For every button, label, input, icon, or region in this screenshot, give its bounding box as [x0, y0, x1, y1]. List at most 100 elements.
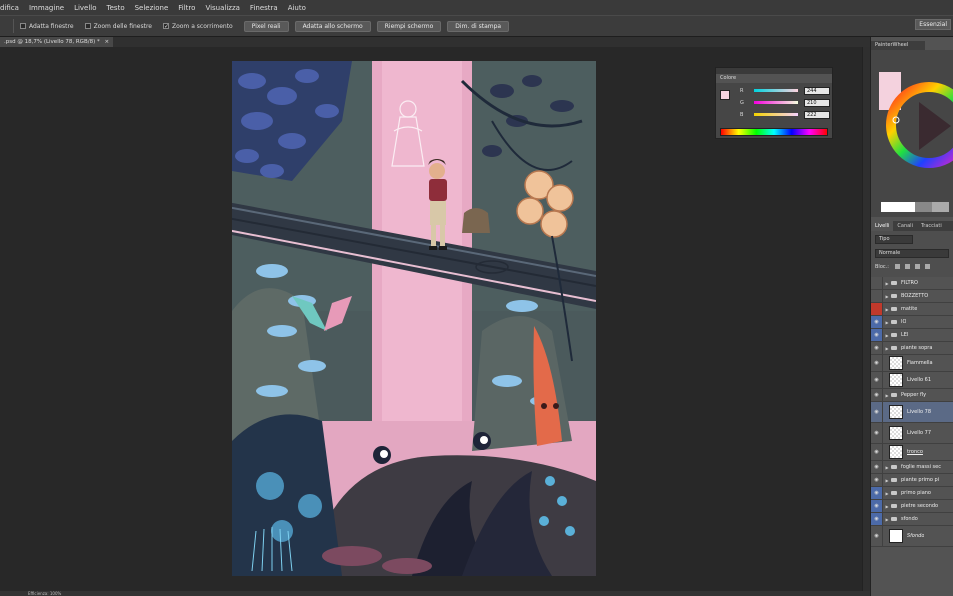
- vertical-scrollbar[interactable]: [862, 47, 870, 591]
- channel-b-value[interactable]: 222: [804, 111, 830, 119]
- layer-row[interactable]: ◉ ▶ piante sopra: [871, 342, 953, 355]
- tab-tracciati[interactable]: Tracciati: [917, 221, 946, 231]
- expand-triangle-icon[interactable]: ▶: [883, 333, 891, 338]
- expand-triangle-icon[interactable]: ▶: [883, 346, 891, 351]
- layer-row[interactable]: ◉ ▶ primo piano: [871, 487, 953, 500]
- check-zoom-scorrimento[interactable]: ✓ Zoom a scorrimento: [162, 23, 233, 30]
- visibility-eye-icon[interactable]: ◉: [871, 329, 883, 341]
- menu-item[interactable]: Aiuto: [288, 4, 306, 12]
- expand-triangle-icon[interactable]: ▶: [883, 478, 891, 483]
- checkmark-icon[interactable]: ✓: [162, 23, 169, 30]
- layer-row[interactable]: ◉ Fiammella: [871, 355, 953, 372]
- layer-row[interactable]: ◉ ▶ IO: [871, 316, 953, 329]
- pixel-reali-button[interactable]: Pixel reali: [243, 20, 289, 32]
- menu-item[interactable]: Finestra: [250, 4, 278, 12]
- checkbox-icon[interactable]: [84, 23, 91, 29]
- riempi-schermo-button[interactable]: Riempi schermo: [376, 20, 442, 32]
- layer-name: piante sopra: [901, 345, 933, 351]
- visibility-eye-icon[interactable]: ◉: [871, 402, 883, 422]
- expand-triangle-icon[interactable]: ▶: [883, 307, 891, 312]
- menu-item[interactable]: Visualizza: [205, 4, 239, 12]
- visibility-eye-icon[interactable]: ◉: [871, 444, 883, 460]
- color-history-strip[interactable]: [881, 202, 949, 212]
- visibility-eye-icon[interactable]: ◉: [871, 461, 883, 473]
- layer-row[interactable]: ▶ matite: [871, 303, 953, 316]
- menu-item[interactable]: Immagine: [29, 4, 64, 12]
- menu-item[interactable]: Testo: [107, 4, 125, 12]
- layer-row[interactable]: ▶ BOZZETTO: [871, 290, 953, 303]
- expand-triangle-icon[interactable]: ▶: [883, 517, 891, 522]
- layer-row[interactable]: ◉ Livello 78: [871, 402, 953, 423]
- channel-r-value[interactable]: 244: [804, 87, 830, 95]
- color-wheel[interactable]: [871, 70, 953, 200]
- visibility-eye-icon[interactable]: ◉: [871, 500, 883, 512]
- visibility-eye-icon[interactable]: ◉: [871, 355, 883, 371]
- tool-preset-icon[interactable]: [4, 19, 14, 33]
- visibility-eye-icon[interactable]: [871, 277, 883, 289]
- layer-thumbnail: [889, 426, 903, 440]
- layer-row[interactable]: ▶ FILTRO: [871, 277, 953, 290]
- layer-row[interactable]: ◉ tronco: [871, 444, 953, 461]
- foreground-swatch[interactable]: [720, 90, 730, 100]
- channel-b-slider[interactable]: [754, 113, 798, 116]
- lock-transparency-icon[interactable]: [895, 264, 900, 269]
- close-icon[interactable]: ×: [104, 39, 109, 45]
- visibility-eye-icon[interactable]: [871, 303, 883, 315]
- channel-r-slider[interactable]: [754, 89, 798, 92]
- channel-g-slider[interactable]: [754, 101, 798, 104]
- lock-position-icon[interactable]: [915, 264, 920, 269]
- painterwheel-tab[interactable]: PainterWheel: [871, 41, 925, 50]
- tab-livelli[interactable]: Livelli: [871, 221, 894, 231]
- workspace-button[interactable]: Essenzial: [915, 19, 951, 30]
- visibility-eye-icon[interactable]: [871, 290, 883, 302]
- expand-triangle-icon[interactable]: ▶: [883, 491, 891, 496]
- visibility-eye-icon[interactable]: ◉: [871, 487, 883, 499]
- tab-canali[interactable]: Canali: [893, 221, 917, 231]
- layer-row[interactable]: ◉ Sfondo: [871, 526, 953, 547]
- layer-row[interactable]: ◉ ▶ pietre secondo: [871, 500, 953, 513]
- expand-triangle-icon[interactable]: ▶: [883, 294, 891, 299]
- visibility-eye-icon[interactable]: ◉: [871, 389, 883, 401]
- expand-triangle-icon[interactable]: ▶: [883, 465, 891, 470]
- dim-stampa-button[interactable]: Dim. di stampa: [447, 20, 510, 32]
- layer-row[interactable]: ◉ ▶ Pepper fly: [871, 389, 953, 402]
- menu-item[interactable]: Filtro: [178, 4, 195, 12]
- document-tab[interactable]: .psd @ 18,7% (Livello 78, RGB/8) * ×: [0, 37, 114, 47]
- layer-row[interactable]: ◉ Livello 61: [871, 372, 953, 389]
- check-zoom-finestre[interactable]: Zoom delle finestre: [84, 23, 152, 30]
- visibility-eye-icon[interactable]: ◉: [871, 372, 883, 388]
- menu-item[interactable]: Selezione: [135, 4, 169, 12]
- layers-toolbar: Tipo Normale Bloc.:: [871, 231, 953, 277]
- layer-row[interactable]: ◉ ▶ sfondo: [871, 513, 953, 526]
- visibility-eye-icon[interactable]: ◉: [871, 513, 883, 525]
- layer-row[interactable]: ◉ ▶ LEI: [871, 329, 953, 342]
- channel-g-value[interactable]: 210: [804, 99, 830, 107]
- menu-item[interactable]: difica: [0, 4, 19, 12]
- check-adatta-finestre[interactable]: Adatta finestre: [20, 23, 74, 30]
- expand-triangle-icon[interactable]: ▶: [883, 504, 891, 509]
- kind-filter-select[interactable]: Tipo: [875, 235, 913, 244]
- checkbox-icon[interactable]: [20, 23, 26, 29]
- expand-triangle-icon[interactable]: ▶: [883, 281, 891, 286]
- adatta-schermo-button[interactable]: Adatta allo schermo: [294, 20, 371, 32]
- visibility-eye-icon[interactable]: ◉: [871, 526, 883, 546]
- layer-row[interactable]: ◉ Livello 77: [871, 423, 953, 444]
- visibility-eye-icon[interactable]: ◉: [871, 423, 883, 443]
- document-canvas[interactable]: [232, 61, 596, 576]
- visibility-eye-icon[interactable]: ◉: [871, 342, 883, 354]
- visibility-eye-icon[interactable]: ◉: [871, 474, 883, 486]
- color-spectrum-ramp[interactable]: [720, 128, 828, 136]
- lock-all-icon[interactable]: [925, 264, 930, 269]
- folder-icon: [891, 517, 897, 521]
- expand-triangle-icon[interactable]: ▶: [883, 320, 891, 325]
- visibility-eye-icon[interactable]: ◉: [871, 316, 883, 328]
- expand-triangle-icon[interactable]: ▶: [883, 393, 891, 398]
- layer-thumbnail: [889, 529, 903, 543]
- layer-row[interactable]: ◉ ▶ foglie massi sec: [871, 461, 953, 474]
- layer-row[interactable]: ◉ ▶ piante primo pi: [871, 474, 953, 487]
- lock-pixels-icon[interactable]: [905, 264, 910, 269]
- blend-mode-select[interactable]: Normale: [875, 249, 949, 258]
- folder-icon: [891, 320, 897, 324]
- menu-item[interactable]: Livello: [74, 4, 96, 12]
- layer-thumbnail: [889, 373, 903, 387]
